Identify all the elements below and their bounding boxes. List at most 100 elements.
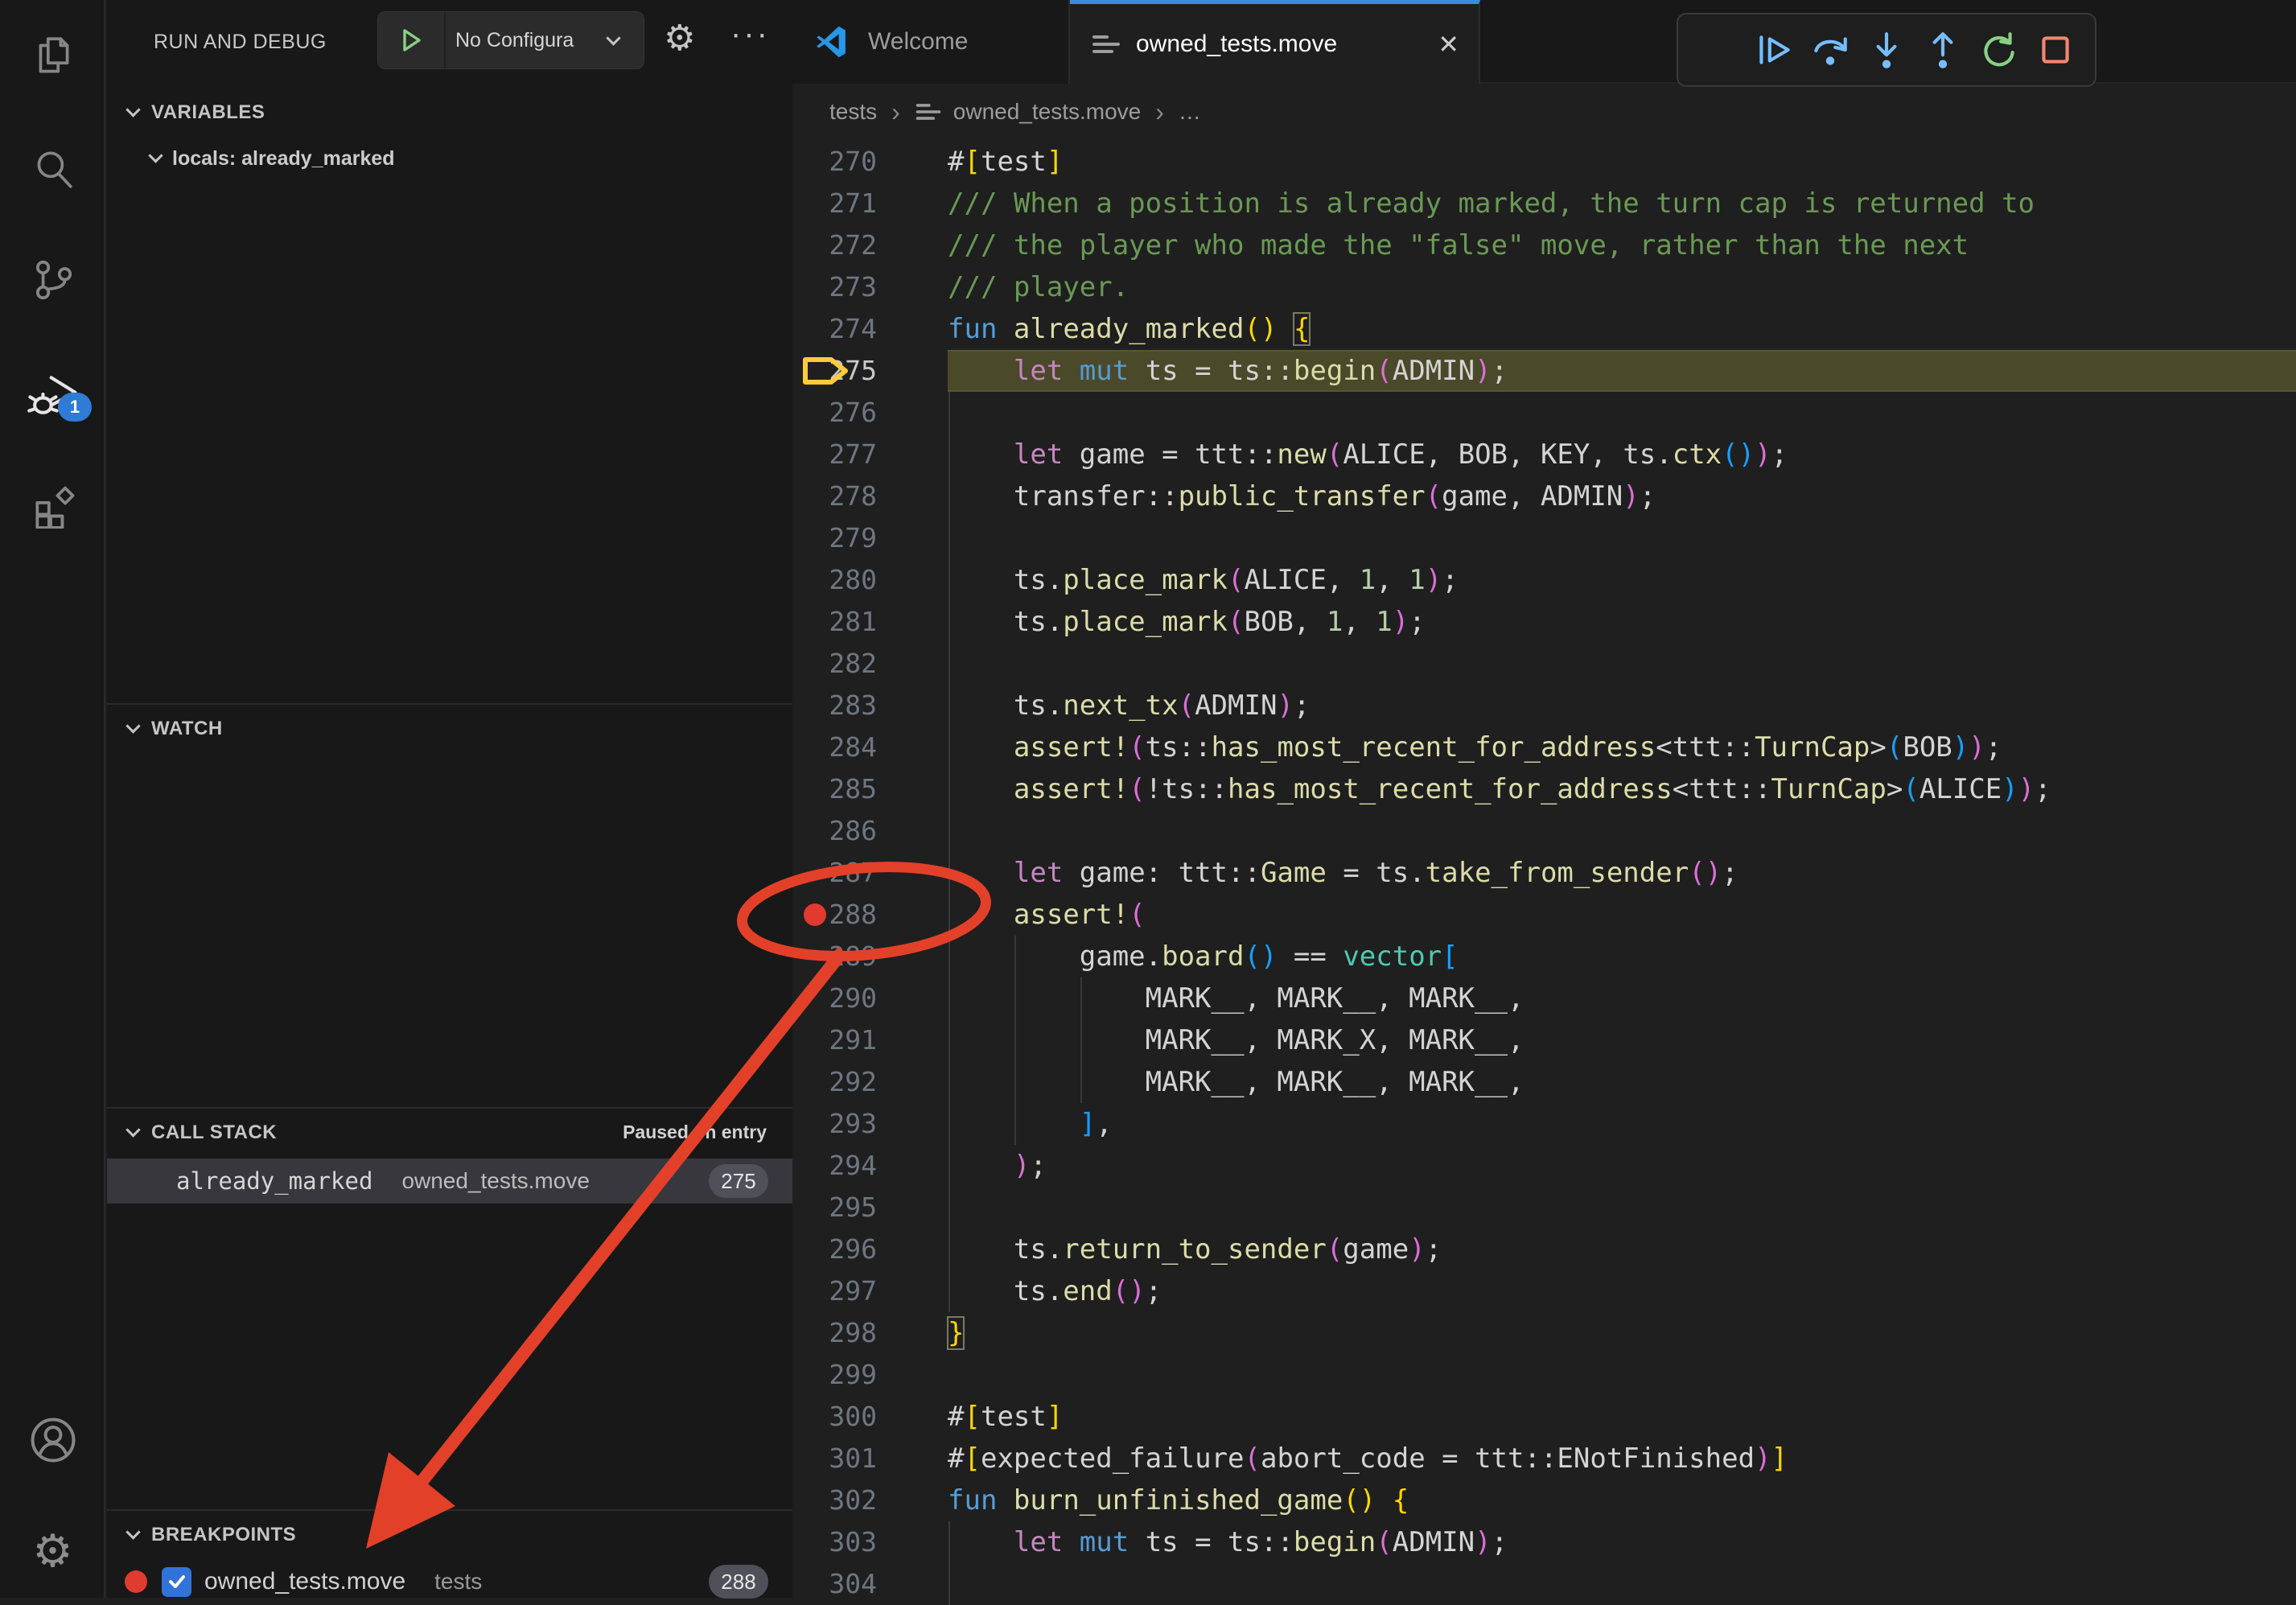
- settings-gear-icon[interactable]: ⚙: [0, 1511, 105, 1591]
- breakpoint-dot-icon: [125, 1570, 147, 1593]
- line-number: 300: [788, 1396, 877, 1438]
- line-number: 297: [788, 1270, 877, 1312]
- more-actions-icon[interactable]: ···: [730, 16, 770, 52]
- chevron-down-icon: [125, 1525, 140, 1539]
- line-number: 276: [788, 392, 877, 434]
- restart-button[interactable]: [1971, 22, 2027, 78]
- code-line-301: #[expected_failure(abort_code = ttt::ENo…: [948, 1438, 1788, 1479]
- line-number: 286: [788, 810, 877, 852]
- code-line-298: }: [948, 1312, 964, 1354]
- accounts-icon[interactable]: [0, 1400, 105, 1480]
- line-number: 287: [788, 852, 877, 894]
- frame-file: owned_tests.move: [401, 1168, 589, 1194]
- breakpoints-section-header[interactable]: BREAKPOINTS: [107, 1512, 792, 1558]
- toolbar-drag-handle[interactable]: [1689, 22, 1746, 78]
- line-number: 280: [788, 559, 877, 601]
- explorer-icon[interactable]: [0, 16, 105, 97]
- gutter-line-273[interactable]: 273: [792, 266, 948, 308]
- gutter-line-295[interactable]: 295: [792, 1187, 948, 1228]
- gutter-line-274[interactable]: 274: [792, 308, 948, 350]
- gutter-line-298[interactable]: 298: [792, 1312, 948, 1354]
- debug-toolbar: [1677, 13, 2096, 87]
- line-number: 278: [788, 475, 877, 517]
- gutter-line-303[interactable]: 303: [792, 1521, 948, 1563]
- gutter-line-290[interactable]: 290: [792, 977, 948, 1019]
- code-line-287: let game: ttt::Game = ts.take_from_sende…: [948, 852, 1738, 894]
- extensions-icon[interactable]: [0, 465, 105, 545]
- close-icon[interactable]: ✕: [1438, 29, 1459, 60]
- step-over-button[interactable]: [1802, 22, 1858, 78]
- breadcrumb: tests › owned_tests.move › …: [792, 85, 2296, 138]
- gutter-line-291[interactable]: 291: [792, 1019, 948, 1061]
- call-stack-section-header[interactable]: CALL STACK Paused on entry: [107, 1110, 792, 1155]
- line-number: 290: [788, 977, 877, 1019]
- search-icon[interactable]: [0, 129, 105, 209]
- watch-section-header[interactable]: WATCH: [107, 706, 792, 751]
- gutter-line-297[interactable]: 297: [792, 1270, 948, 1312]
- gutter-line-300[interactable]: 300: [792, 1396, 948, 1438]
- gutter-line-293[interactable]: 293: [792, 1103, 948, 1145]
- breadcrumb-symbol[interactable]: …: [1179, 99, 1201, 125]
- line-number: 283: [788, 685, 877, 726]
- line-number: 292: [788, 1061, 877, 1103]
- gutter-line-304[interactable]: 304: [792, 1563, 948, 1605]
- run-and-debug-icon[interactable]: 1: [0, 354, 105, 434]
- breakpoint-checkbox[interactable]: [162, 1567, 191, 1597]
- breakpoint-line-badge: 288: [709, 1565, 768, 1599]
- gutter-line-283[interactable]: 283: [792, 685, 948, 726]
- gutter-line-279[interactable]: 279: [792, 517, 948, 559]
- continue-button[interactable]: [1746, 22, 1802, 78]
- gutter-line-294[interactable]: 294: [792, 1145, 948, 1187]
- call-stack-frame-row[interactable]: already_marked owned_tests.move 275: [107, 1158, 792, 1204]
- gutter-line-286[interactable]: 286: [792, 810, 948, 852]
- breakpoint-gutter-dot-icon[interactable]: [804, 903, 826, 926]
- gutter-line-299[interactable]: 299: [792, 1354, 948, 1396]
- step-out-button[interactable]: [1915, 22, 1971, 78]
- line-number: 279: [788, 517, 877, 559]
- line-number: 291: [788, 1019, 877, 1061]
- start-debug-icon[interactable]: [378, 12, 446, 68]
- gutter-line-288[interactable]: 288: [792, 894, 948, 936]
- gutter-line-282[interactable]: 282: [792, 643, 948, 685]
- breakpoint-dir: tests: [434, 1569, 482, 1595]
- debug-settings-gear-icon[interactable]: ⚙: [664, 18, 695, 59]
- line-number: 295: [788, 1187, 877, 1228]
- current-line-pointer-icon: [802, 356, 852, 385]
- gutter-line-285[interactable]: 285: [792, 768, 948, 810]
- gutter-line-271[interactable]: 271: [792, 183, 948, 224]
- gutter-line-272[interactable]: 272: [792, 224, 948, 266]
- line-number: 301: [788, 1438, 877, 1479]
- code-line-284: assert!(ts::has_most_recent_for_address<…: [948, 726, 2002, 768]
- line-number: 296: [788, 1228, 877, 1270]
- gutter-line-277[interactable]: 277: [792, 434, 948, 475]
- move-file-icon: [916, 100, 940, 125]
- gutter-line-276[interactable]: 276: [792, 392, 948, 434]
- chevron-right-icon: ›: [891, 97, 900, 127]
- stop-button[interactable]: [2027, 22, 2084, 78]
- gutter-line-289[interactable]: 289: [792, 936, 948, 977]
- code-line-294: );: [948, 1145, 1047, 1187]
- tab-owned-tests-move[interactable]: owned_tests.move ✕: [1070, 0, 1480, 84]
- gutter-line-281[interactable]: 281: [792, 601, 948, 643]
- gutter-line-280[interactable]: 280: [792, 559, 948, 601]
- gutter-line-302[interactable]: 302: [792, 1479, 948, 1521]
- gutter-line-287[interactable]: 287: [792, 852, 948, 894]
- source-control-icon[interactable]: [0, 240, 105, 320]
- breadcrumb-file[interactable]: owned_tests.move: [953, 99, 1141, 125]
- code-line-303: let mut ts = ts::begin(ADMIN);: [948, 1521, 1508, 1563]
- gutter-line-292[interactable]: 292: [792, 1061, 948, 1103]
- gutter-line-284[interactable]: 284: [792, 726, 948, 768]
- gutter-line-275[interactable]: 275: [792, 350, 948, 392]
- breadcrumb-tests[interactable]: tests: [829, 99, 877, 125]
- variables-section-header[interactable]: VARIABLES: [107, 90, 792, 135]
- gutter-line-278[interactable]: 278: [792, 475, 948, 517]
- tab-welcome[interactable]: Welcome: [792, 0, 1070, 84]
- gutter-line-270[interactable]: 270: [792, 141, 948, 183]
- line-number: 298: [788, 1312, 877, 1354]
- step-into-button[interactable]: [1858, 22, 1915, 78]
- code-line-292: MARK__, MARK__, MARK__,: [948, 1061, 1524, 1103]
- variables-scope-row[interactable]: locals: already_marked: [107, 137, 792, 180]
- run-config-dropdown[interactable]: No Configura: [377, 11, 644, 69]
- gutter-line-296[interactable]: 296: [792, 1228, 948, 1270]
- gutter-line-301[interactable]: 301: [792, 1438, 948, 1479]
